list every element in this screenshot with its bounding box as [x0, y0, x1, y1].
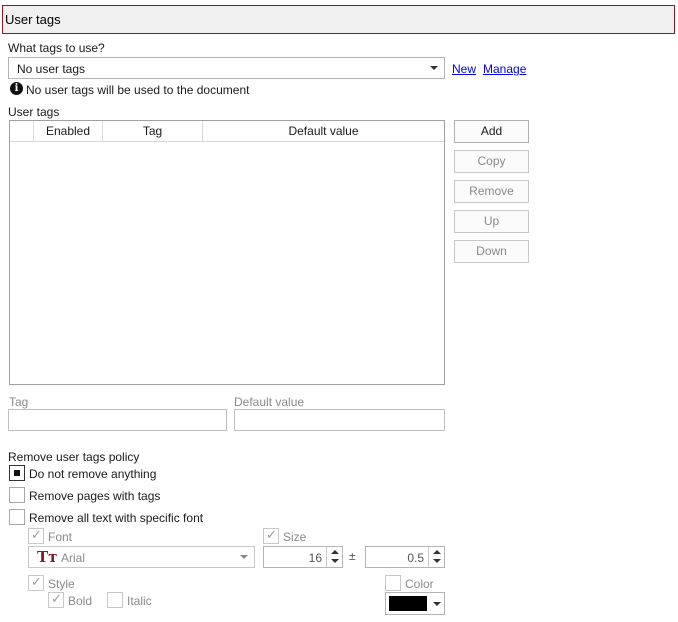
default-value-input[interactable]: [234, 409, 445, 431]
plusminus-sign: ±: [349, 549, 356, 563]
info-icon: i: [10, 82, 23, 95]
size-stepper-buttons[interactable]: [326, 547, 342, 567]
grid-header: Enabled Tag Default value: [10, 121, 444, 142]
font-checkbox[interactable]: [28, 528, 44, 544]
chevron-down-icon: [430, 66, 438, 70]
user-tags-grid[interactable]: Enabled Tag Default value: [9, 120, 445, 385]
size-value: 16: [308, 551, 322, 565]
chevron-down-icon: [240, 555, 248, 559]
style-label: Style: [48, 577, 75, 591]
bold-checkbox[interactable]: [48, 592, 64, 608]
policy-option-do-not-remove-radio[interactable]: [9, 465, 25, 481]
bold-label: Bold: [68, 594, 93, 608]
tags-to-use-label: What tags to use?: [8, 41, 105, 55]
section-title: User tags: [5, 12, 61, 27]
user-tags-label: User tags: [8, 105, 60, 119]
font-label: Font: [48, 530, 73, 544]
color-checkbox[interactable]: [385, 575, 401, 591]
default-value-label: Default value: [234, 395, 305, 409]
policy-option-remove-text-label[interactable]: Remove all text with specific font: [29, 511, 203, 525]
policy-label: Remove user tags policy: [8, 450, 140, 464]
spin-down-icon[interactable]: [331, 559, 339, 563]
chevron-down-icon: [433, 602, 441, 606]
tag-label: Tag: [9, 395, 29, 409]
tolerance-stepper-buttons[interactable]: [428, 547, 444, 567]
tags-to-use-dropdown[interactable]: No user tags: [8, 57, 445, 79]
column-header-enabled[interactable]: Enabled: [34, 121, 103, 141]
manage-link[interactable]: Manage: [483, 62, 526, 76]
spin-down-icon[interactable]: [433, 559, 441, 563]
column-header-default-value[interactable]: Default value: [203, 121, 444, 141]
section-header: [2, 5, 675, 34]
remove-button[interactable]: Remove: [454, 180, 529, 203]
copy-button[interactable]: Copy: [454, 150, 529, 173]
spin-up-icon[interactable]: [433, 550, 441, 554]
info-text: No user tags will be used to the documen…: [26, 83, 250, 97]
column-header-tag[interactable]: Tag: [103, 121, 203, 141]
up-button[interactable]: Up: [454, 210, 529, 233]
tag-input[interactable]: [8, 409, 227, 431]
font-dropdown[interactable]: Tт Arial: [28, 546, 255, 568]
policy-option-do-not-remove-label[interactable]: Do not remove anything: [29, 467, 156, 481]
color-picker[interactable]: [385, 592, 445, 615]
policy-option-remove-text-radio[interactable]: [9, 509, 25, 525]
italic-label: Italic: [127, 594, 152, 608]
size-label: Size: [283, 530, 307, 544]
column-header-select[interactable]: [10, 121, 34, 141]
spin-up-icon[interactable]: [331, 550, 339, 554]
tolerance-stepper[interactable]: 0.5: [365, 546, 445, 568]
policy-option-remove-pages-label[interactable]: Remove pages with tags: [29, 489, 160, 503]
size-checkbox[interactable]: [263, 528, 279, 544]
italic-checkbox[interactable]: [107, 592, 123, 608]
policy-option-remove-pages-radio[interactable]: [9, 487, 25, 503]
down-button[interactable]: Down: [454, 240, 529, 263]
tolerance-value: 0.5: [407, 551, 424, 565]
new-link[interactable]: New: [452, 62, 476, 76]
style-checkbox[interactable]: [28, 575, 44, 591]
add-button[interactable]: Add: [454, 120, 529, 143]
color-swatch: [389, 596, 427, 611]
color-label: Color: [405, 577, 434, 591]
size-stepper[interactable]: 16: [263, 546, 343, 568]
tags-to-use-value: No user tags: [17, 62, 86, 76]
font-value: Arial: [61, 551, 86, 565]
truetype-font-icon: Tт: [37, 548, 58, 566]
